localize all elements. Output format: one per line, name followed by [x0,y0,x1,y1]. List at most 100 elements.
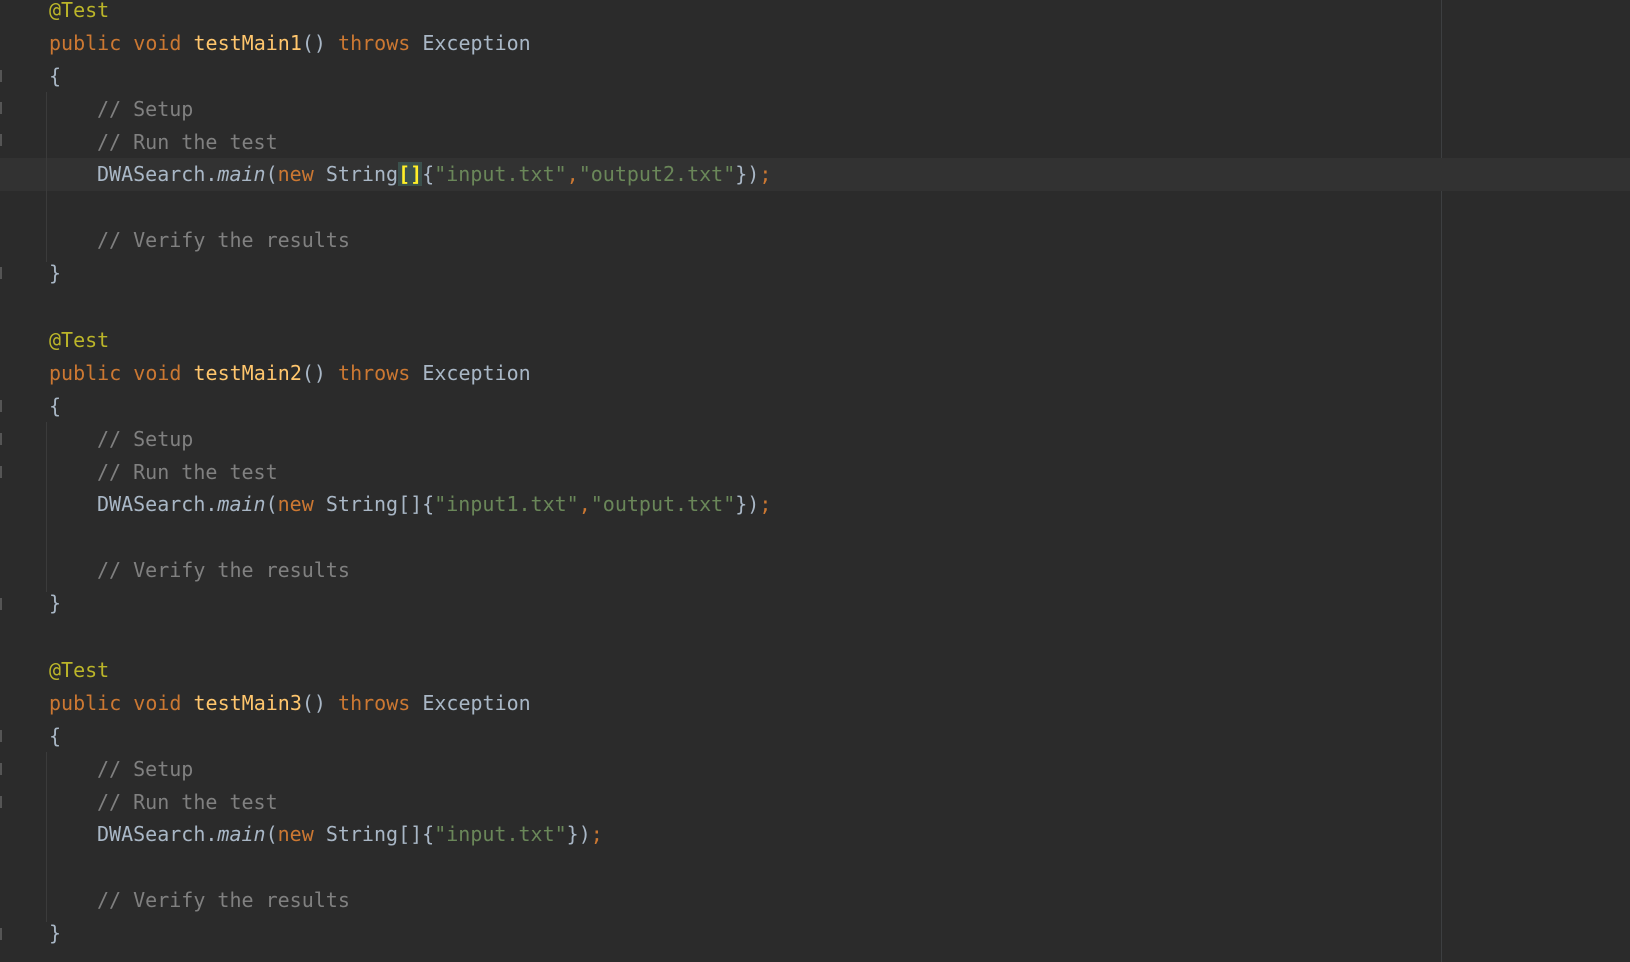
fold-marker-icon[interactable] [0,400,2,412]
brace-token: { [49,724,62,748]
comma-token: , [578,492,591,516]
keyword-token: void [133,691,182,715]
type-token: String [325,162,399,186]
type-token: String [325,822,399,846]
comment-token: // Run the test [97,130,278,154]
fold-marker-icon[interactable] [0,134,2,146]
fold-marker-icon[interactable] [0,928,2,940]
array-brackets-token: [] [398,492,423,516]
parens-token: () [301,691,326,715]
fold-marker-icon[interactable] [0,763,2,775]
code-line[interactable]: // Verify the results [97,224,350,257]
annotation-token: @Test [49,0,110,22]
class-token: DWASearch [97,822,206,846]
method-name: testMain1 [193,31,302,55]
comma-token: , [566,162,579,186]
code-line[interactable]: } [49,257,61,290]
brace-token: } [49,261,62,285]
code-line[interactable]: public void testMain1() throws Exception [49,27,531,60]
semicolon-token: ; [759,162,772,186]
keyword-token: void [133,361,182,385]
paren-token: ( [265,492,278,516]
brace-token: } [49,591,62,615]
fold-marker-icon[interactable] [0,70,2,82]
code-editor[interactable]: @Test public void testMain1() throws Exc… [0,0,1630,962]
code-line[interactable]: // Run the test [97,126,278,159]
method-name: testMain3 [193,691,302,715]
dot-token: . [205,492,218,516]
string-literal: "input.txt" [434,162,567,186]
code-line[interactable]: // Verify the results [97,884,350,917]
right-margin-guide [1441,0,1442,962]
code-line[interactable]: // Setup [97,753,193,786]
code-line[interactable]: @Test [49,0,109,27]
code-line[interactable]: // Run the test [97,786,278,819]
array-brackets-token: [] [398,822,423,846]
brace-token: { [422,162,435,186]
code-line[interactable]: // Run the test [97,456,278,489]
fold-marker-icon[interactable] [0,598,2,610]
code-line[interactable]: } [49,917,61,950]
dot-token: . [205,822,218,846]
code-line[interactable]: // Setup [97,93,193,126]
fold-marker-icon[interactable] [0,730,2,742]
comment-token: // Run the test [97,790,278,814]
brace-token: { [49,64,62,88]
type-token: Exception [422,31,531,55]
method-call-token: main [217,162,266,186]
fold-marker-icon[interactable] [0,433,2,445]
indent-guide [46,422,47,592]
keyword-token: throws [338,691,411,715]
class-token: DWASearch [97,492,206,516]
code-line[interactable]: // Setup [97,423,193,456]
semicolon-token: ; [590,822,603,846]
keyword-token: public [49,691,122,715]
brace-match-highlight: [] [398,162,423,186]
fold-marker-icon[interactable] [0,796,2,808]
brace-token: } [49,921,62,945]
code-line[interactable]: @Test [49,324,109,357]
close-call-token: }) [735,492,760,516]
type-token: Exception [422,361,531,385]
method-call-token: main [217,822,266,846]
string-literal: "input.txt" [434,822,567,846]
code-line[interactable]: { [49,60,61,93]
annotation-token: @Test [49,328,110,352]
code-line[interactable]: DWASearch.main(new String[]{"input1.txt"… [97,488,771,521]
brace-token: { [49,394,62,418]
keyword-token: throws [338,31,411,55]
comment-token: // Run the test [97,460,278,484]
semicolon-token: ; [759,492,772,516]
code-line[interactable]: public void testMain3() throws Exception [49,687,531,720]
indent-guide [46,752,47,922]
fold-marker-icon[interactable] [0,267,2,279]
keyword-token: public [49,361,122,385]
class-token: DWASearch [97,162,206,186]
indent-guide [46,92,47,262]
dot-token: . [205,162,218,186]
code-line-current[interactable]: DWASearch.main(new String[]{"input.txt",… [97,158,771,191]
brace-token: { [422,492,435,516]
method-call-token: main [217,492,266,516]
parens-token: () [301,31,326,55]
code-line[interactable]: public void testMain2() throws Exception [49,357,531,390]
code-line[interactable]: { [49,390,61,423]
code-line[interactable]: // Verify the results [97,554,350,587]
code-line[interactable]: { [49,720,61,753]
comment-token: // Verify the results [97,888,350,912]
code-line[interactable]: @Test [49,654,109,687]
fold-marker-icon[interactable] [0,466,2,478]
paren-token: ( [265,822,278,846]
annotation-token: @Test [49,658,110,682]
code-line[interactable]: DWASearch.main(new String[]{"input.txt"}… [97,818,603,851]
code-line[interactable]: } [49,587,61,620]
method-name: testMain2 [193,361,302,385]
fold-marker-icon[interactable] [0,102,2,114]
string-literal: "output2.txt" [578,162,736,186]
comment-token: // Setup [97,757,194,781]
keyword-token: new [277,162,314,186]
type-token: String [325,492,399,516]
keyword-token: new [277,492,314,516]
parens-token: () [301,361,326,385]
comment-token: // Verify the results [97,228,350,252]
